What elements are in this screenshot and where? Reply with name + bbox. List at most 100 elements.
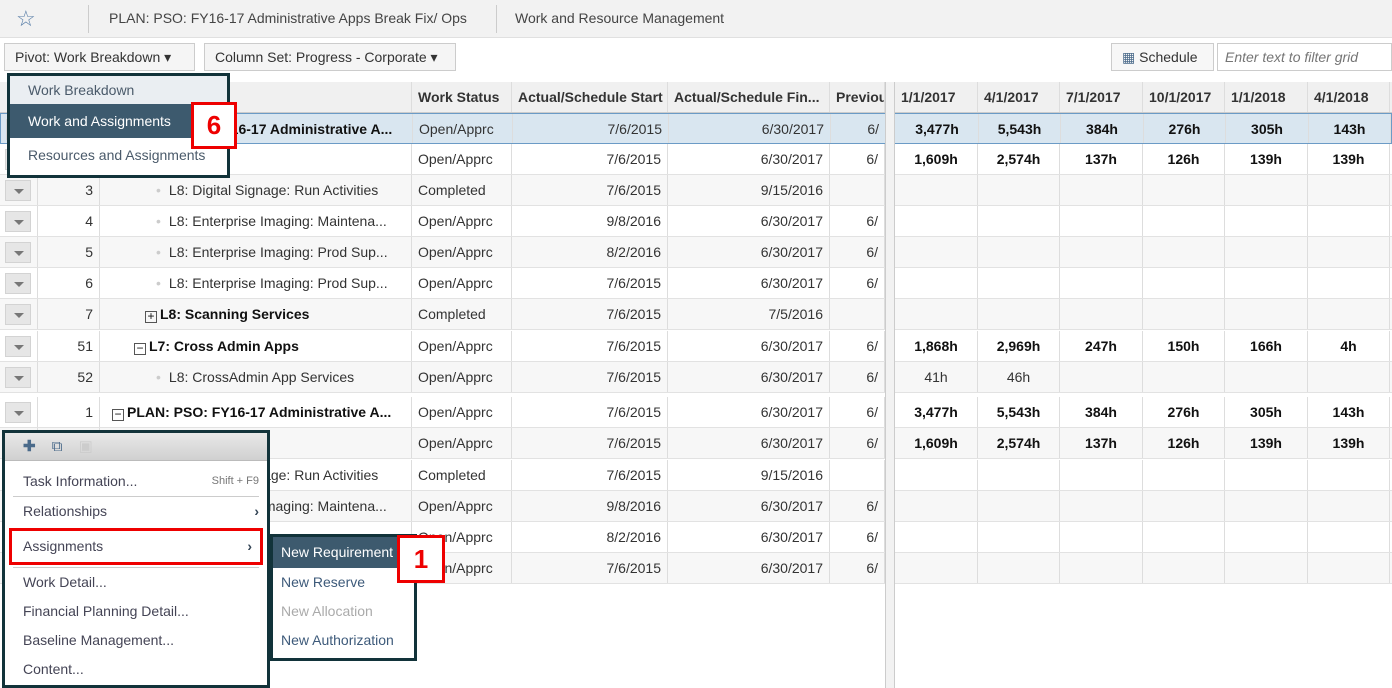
row-menu-cell xyxy=(0,362,38,392)
collapse-icon[interactable]: − xyxy=(134,342,146,355)
column-header[interactable]: Work Status xyxy=(412,82,512,112)
menu-baseline-management[interactable]: Baseline Management... xyxy=(5,626,267,655)
pane-splitter[interactable] xyxy=(885,82,895,688)
submenu-new-reserve[interactable]: New Reserve xyxy=(273,568,414,597)
task-name-cell[interactable]: • L8: Enterprise Imaging: Prod Sup... xyxy=(100,237,412,267)
period-hours xyxy=(1143,362,1225,392)
start-date: 7/6/2015 xyxy=(512,428,668,458)
filter-grid-input[interactable] xyxy=(1217,43,1392,71)
row-menu-button[interactable] xyxy=(5,304,31,325)
column-header[interactable]: Actual/Schedule Fin... xyxy=(668,82,830,112)
module-title[interactable]: Work and Resource Management xyxy=(515,10,724,26)
period-hours xyxy=(1060,175,1143,205)
table-row[interactable]: 5 • L8: Enterprise Imaging: Prod Sup... Ope… xyxy=(0,237,1392,268)
period-column-header[interactable]: 10/1/2017 xyxy=(1143,82,1225,112)
period-column-header[interactable]: 1/1/2017 xyxy=(895,82,978,112)
period-column-header[interactable]: 1/1/2018 xyxy=(1225,82,1308,112)
row-menu-cell xyxy=(0,397,38,427)
plan-title[interactable]: PLAN: PSO: FY16-17 Administrative Apps B… xyxy=(109,10,467,26)
previous-value: 6/ xyxy=(830,397,885,427)
copy-icon[interactable]: ⧉ xyxy=(52,438,63,455)
expand-icon[interactable]: + xyxy=(145,310,157,323)
star-icon[interactable]: ☆ xyxy=(16,6,36,32)
task-name-cell[interactable]: • L8: Enterprise Imaging: Prod Sup... xyxy=(100,268,412,298)
pivot-dropdown[interactable]: Pivot: Work Breakdown ▾ xyxy=(4,43,195,71)
period-hours xyxy=(1308,362,1390,392)
start-date: 7/6/2015 xyxy=(512,362,668,392)
menu-relationships[interactable]: Relationships › xyxy=(5,497,267,526)
column-set-label: Column Set: Progress - Corporate xyxy=(215,49,427,65)
task-name-cell[interactable]: • L8: Digital Signage: Run Activities xyxy=(100,175,412,205)
row-menu-button[interactable] xyxy=(5,367,31,388)
task-name-cell[interactable]: • L8: CrossAdmin App Services xyxy=(100,362,412,392)
period-hours: 150h xyxy=(1143,331,1225,361)
period-hours: 143h xyxy=(1309,114,1391,143)
period-hours: 384h xyxy=(1060,397,1143,427)
row-menu-button[interactable] xyxy=(5,242,31,263)
period-hours xyxy=(895,491,978,521)
row-menu-cell xyxy=(0,331,38,361)
table-row[interactable]: 6 • L8: Enterprise Imaging: Prod Sup... Ope… xyxy=(0,268,1392,299)
task-name-cell[interactable]: − L7: Cross Admin Apps xyxy=(100,331,412,361)
period-hours xyxy=(1308,175,1390,205)
schedule-button[interactable]: ▦ Schedule xyxy=(1111,43,1214,71)
period-hours xyxy=(1143,491,1225,521)
period-hours xyxy=(1308,206,1390,236)
row-menu-cell xyxy=(0,206,38,236)
table-row[interactable]: 51− L7: Cross Admin Apps Open/Apprc 7/6/201… xyxy=(0,331,1392,362)
task-name: L8: Scanning Services xyxy=(160,306,310,322)
period-column-header[interactable]: 4/1/2018 xyxy=(1308,82,1390,112)
table-row[interactable]: 1−PLAN: PSO: FY16-17 Administrative A...… xyxy=(0,397,1392,428)
task-name-cell[interactable]: −PLAN: PSO: FY16-17 Administrative A... xyxy=(100,397,412,427)
submenu-new-authorization[interactable]: New Authorization xyxy=(273,626,414,655)
column-header[interactable]: Previou xyxy=(830,82,885,112)
table-row[interactable]: 4 • L8: Enterprise Imaging: Maintena... Ope… xyxy=(0,206,1392,237)
previous-value: 6/ xyxy=(830,206,885,236)
period-hours: 1,868h xyxy=(895,331,978,361)
table-row[interactable]: 7 + L8: Scanning Services Completed 7/6/2015… xyxy=(0,299,1392,330)
task-name-cell[interactable]: + L8: Scanning Services xyxy=(100,299,412,329)
row-menu-cell xyxy=(0,299,38,329)
finish-date: 6/30/2017 xyxy=(668,491,830,521)
period-hours xyxy=(1060,553,1143,583)
work-status: Open/Apprc xyxy=(412,206,512,236)
row-menu-button[interactable] xyxy=(5,336,31,357)
finish-date: 6/30/2017 xyxy=(668,206,830,236)
period-hours: 4h xyxy=(1308,331,1390,361)
start-date: 8/2/2016 xyxy=(512,237,668,267)
add-icon[interactable]: ✚ xyxy=(23,438,36,455)
menu-work-detail[interactable]: Work Detail... xyxy=(5,568,267,597)
start-date: 9/8/2016 xyxy=(512,206,668,236)
previous-value: 6/ xyxy=(830,428,885,458)
period-hours xyxy=(978,175,1060,205)
row-menu-button[interactable] xyxy=(5,180,31,201)
row-number: 1 xyxy=(38,397,100,427)
period-hours xyxy=(1060,299,1143,329)
period-hours xyxy=(895,522,978,552)
row-menu-button[interactable] xyxy=(5,211,31,232)
finish-date: 6/30/2017 xyxy=(668,331,830,361)
period-hours xyxy=(978,460,1060,490)
calendar-icon: ▦ xyxy=(1122,49,1136,65)
task-name-cell[interactable]: • L8: Enterprise Imaging: Maintena... xyxy=(100,206,412,236)
table-row[interactable]: 3 • L8: Digital Signage: Run Activities Com… xyxy=(0,175,1392,206)
period-column-header[interactable]: 7/1/2017 xyxy=(1060,82,1143,112)
row-menu-button[interactable] xyxy=(5,273,31,294)
period-hours: 5,543h xyxy=(979,114,1061,143)
pivot-option-work-breakdown[interactable]: Work Breakdown xyxy=(10,76,227,104)
row-number: 7 xyxy=(38,299,100,329)
column-header[interactable]: Actual/Schedule Start xyxy=(512,82,668,112)
column-set-dropdown[interactable]: Column Set: Progress - Corporate ▾ xyxy=(204,43,456,71)
work-status: Open/Apprc xyxy=(412,237,512,267)
submenu-new-requirement[interactable]: New Requirement xyxy=(273,537,414,568)
row-menu-button[interactable] xyxy=(5,402,31,423)
menu-assignments[interactable]: Assignments › xyxy=(9,528,263,565)
menu-task-information[interactable]: Task Information... Shift + F9 xyxy=(5,467,267,496)
menu-content[interactable]: Content... xyxy=(5,655,267,684)
period-column-header[interactable]: 4/1/2017 xyxy=(978,82,1060,112)
table-row[interactable]: 52 • L8: CrossAdmin App Services Open/Apprc… xyxy=(0,362,1392,393)
menu-financial-planning-detail[interactable]: Financial Planning Detail... xyxy=(5,597,267,626)
period-hours xyxy=(1143,237,1225,267)
collapse-icon[interactable]: − xyxy=(112,408,124,421)
top-bar: ☆ PLAN: PSO: FY16-17 Administrative Apps… xyxy=(0,0,1392,38)
